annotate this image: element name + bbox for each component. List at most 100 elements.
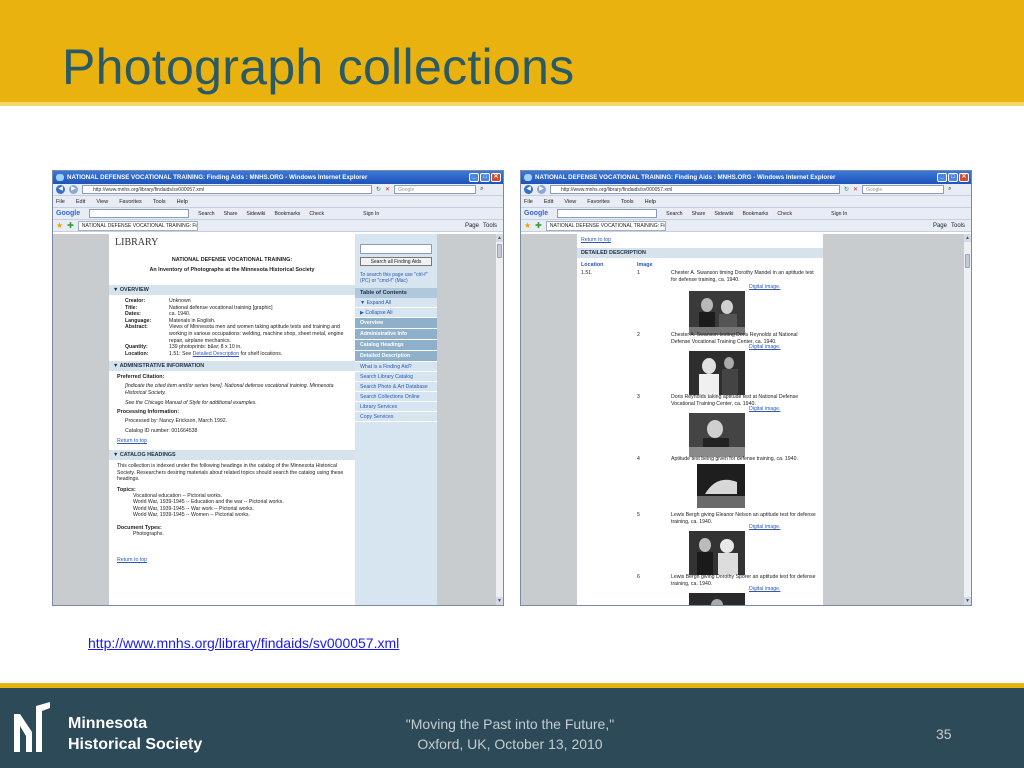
menu-edit[interactable]: Edit [76, 199, 85, 205]
photo-thumbnail[interactable] [689, 531, 745, 575]
back-icon[interactable]: ◀ [56, 185, 65, 194]
menu-favorites[interactable]: Favorites [119, 199, 142, 205]
scroll-down-icon[interactable]: ▼ [964, 597, 971, 605]
toc-overview[interactable]: Overview [355, 318, 437, 329]
sidebar-link[interactable]: Search Library Catalog [355, 372, 437, 382]
digital-image-link[interactable]: Digital image. [749, 284, 780, 291]
sidebar-link[interactable]: Library Services [355, 402, 437, 412]
photo-thumbnail[interactable] [689, 351, 745, 395]
digital-image-link[interactable]: Digital image. [749, 524, 780, 531]
menu-view[interactable]: View [564, 199, 576, 205]
close-icon[interactable]: ✕ [491, 173, 501, 182]
finding-aid-url-link[interactable]: http://www.mnhs.org/library/findaids/sv0… [88, 635, 399, 651]
photo-thumbnail[interactable] [689, 413, 745, 457]
vertical-scrollbar[interactable]: ▲ ▼ [495, 234, 503, 605]
digital-image-link[interactable]: Digital image. [749, 586, 780, 593]
google-sidewiki-button[interactable]: Sidewiki [246, 211, 265, 217]
scroll-thumb[interactable] [497, 244, 502, 258]
google-sidewiki-button[interactable]: Sidewiki [714, 211, 733, 217]
browser-window-right[interactable]: NATIONAL DEFENSE VOCATIONAL TRAINING: Fi… [520, 170, 972, 606]
scroll-up-icon[interactable]: ▲ [964, 234, 971, 242]
page-menu[interactable]: Page [465, 223, 479, 229]
google-signin-button[interactable]: Sign In [363, 211, 379, 217]
menu-edit[interactable]: Edit [544, 199, 553, 205]
search-icon[interactable]: ⌕ [480, 186, 483, 193]
toc-detailed-description[interactable]: Detailed Description [355, 351, 437, 362]
minimize-icon[interactable]: _ [937, 173, 947, 182]
google-check-button[interactable]: Check [309, 211, 324, 217]
overview-section-header[interactable]: ▼ OVERVIEW [109, 285, 355, 295]
maximize-icon[interactable]: □ [948, 173, 958, 182]
menu-file[interactable]: File [56, 199, 65, 205]
google-check-button[interactable]: Check [777, 211, 792, 217]
menu-tools[interactable]: Tools [153, 199, 166, 205]
admin-section-header[interactable]: ▼ ADMINISTRATIVE INFORMATION [109, 361, 355, 372]
address-input[interactable]: http://www.mnhs.org/library/findaids/sv0… [82, 185, 372, 194]
return-to-top-link[interactable]: Return to top [577, 236, 823, 245]
menu-file[interactable]: File [524, 199, 533, 205]
sidebar-link[interactable]: Copy Services [355, 412, 437, 422]
google-share-button[interactable]: Share [692, 211, 706, 217]
sidebar-link[interactable]: Search Collections Online [355, 392, 437, 402]
search-input[interactable]: Google [394, 185, 477, 194]
browser-tab[interactable]: NATIONAL DEFENSE VOCATIONAL TRAINING: Fi… [77, 220, 198, 231]
menu-favorites[interactable]: Favorites [587, 199, 610, 205]
stop-icon[interactable]: ✕ [385, 186, 390, 193]
page-menu[interactable]: Page [933, 223, 947, 229]
google-search-button[interactable]: Search [198, 211, 214, 217]
browser-window-left[interactable]: NATIONAL DEFENSE VOCATIONAL TRAINING: Fi… [52, 170, 504, 606]
return-to-top-link[interactable]: Return to top [109, 437, 355, 446]
return-to-top-link-2[interactable]: Return to top [109, 556, 355, 565]
sidebar-link[interactable]: Search Photo & Art Database [355, 382, 437, 392]
menu-help[interactable]: Help [177, 199, 188, 205]
menu-help[interactable]: Help [645, 199, 656, 205]
favorites-star-icon[interactable]: ★ [524, 221, 531, 230]
browser-tab[interactable]: NATIONAL DEFENSE VOCATIONAL TRAINING: Fi… [545, 220, 666, 231]
finding-aid-search-input[interactable] [360, 244, 432, 254]
forward-icon[interactable]: ▶ [69, 185, 78, 194]
refresh-icon[interactable]: ↻ [376, 186, 381, 193]
google-search-button[interactable]: Search [666, 211, 682, 217]
add-favorite-icon[interactable]: ✚ [67, 221, 74, 230]
search-input[interactable]: Google [862, 185, 945, 194]
scroll-up-icon[interactable]: ▲ [496, 234, 503, 242]
add-favorite-icon[interactable]: ✚ [535, 221, 542, 230]
address-input[interactable]: http://www.mnhs.org/library/findaids/sv0… [550, 185, 840, 194]
sidebar-link[interactable]: What is a Finding Aid? [355, 362, 437, 372]
forward-icon[interactable]: ▶ [537, 185, 546, 194]
photo-thumbnail[interactable] [689, 291, 745, 335]
favorites-star-icon[interactable]: ★ [56, 221, 63, 230]
google-share-button[interactable]: Share [224, 211, 238, 217]
maximize-icon[interactable]: □ [480, 173, 490, 182]
toc-admin-info[interactable]: Administrative Info [355, 329, 437, 340]
google-bookmarks-button[interactable]: Bookmarks [274, 211, 300, 217]
detailed-description-link[interactable]: Detailed Description [193, 351, 239, 357]
stop-icon[interactable]: ✕ [853, 186, 858, 193]
scroll-thumb[interactable] [965, 254, 970, 268]
minimize-icon[interactable]: _ [469, 173, 479, 182]
photo-thumbnail[interactable] [689, 593, 745, 605]
toc-catalog-headings[interactable]: Catalog Headings [355, 340, 437, 351]
vertical-scrollbar[interactable]: ▲ ▼ [963, 234, 971, 605]
menu-tools[interactable]: Tools [621, 199, 634, 205]
google-search-input[interactable] [557, 209, 658, 218]
window-titlebar[interactable]: NATIONAL DEFENSE VOCATIONAL TRAINING: Fi… [53, 171, 503, 184]
catalog-section-header[interactable]: ▼ CATALOG HEADINGS [109, 449, 355, 460]
search-all-button[interactable]: Search all Finding Aids [360, 257, 432, 266]
scroll-down-icon[interactable]: ▼ [496, 597, 503, 605]
menu-view[interactable]: View [96, 199, 108, 205]
google-bookmarks-button[interactable]: Bookmarks [742, 211, 768, 217]
digital-image-link[interactable]: Digital image. [749, 344, 780, 351]
close-icon[interactable]: ✕ [959, 173, 969, 182]
tools-menu[interactable]: Tools [483, 223, 497, 229]
collapse-all-link[interactable]: ▶ Collapse All [355, 308, 437, 318]
digital-image-link[interactable]: Digital image. [749, 406, 780, 413]
google-search-input[interactable] [89, 209, 190, 218]
refresh-icon[interactable]: ↻ [844, 186, 849, 193]
window-titlebar[interactable]: NATIONAL DEFENSE VOCATIONAL TRAINING: Fi… [521, 171, 971, 184]
expand-all-link[interactable]: ▼ Expand All [355, 298, 437, 308]
google-signin-button[interactable]: Sign In [831, 211, 847, 217]
tools-menu[interactable]: Tools [951, 223, 965, 229]
photo-thumbnail[interactable] [697, 464, 745, 508]
back-icon[interactable]: ◀ [524, 185, 533, 194]
